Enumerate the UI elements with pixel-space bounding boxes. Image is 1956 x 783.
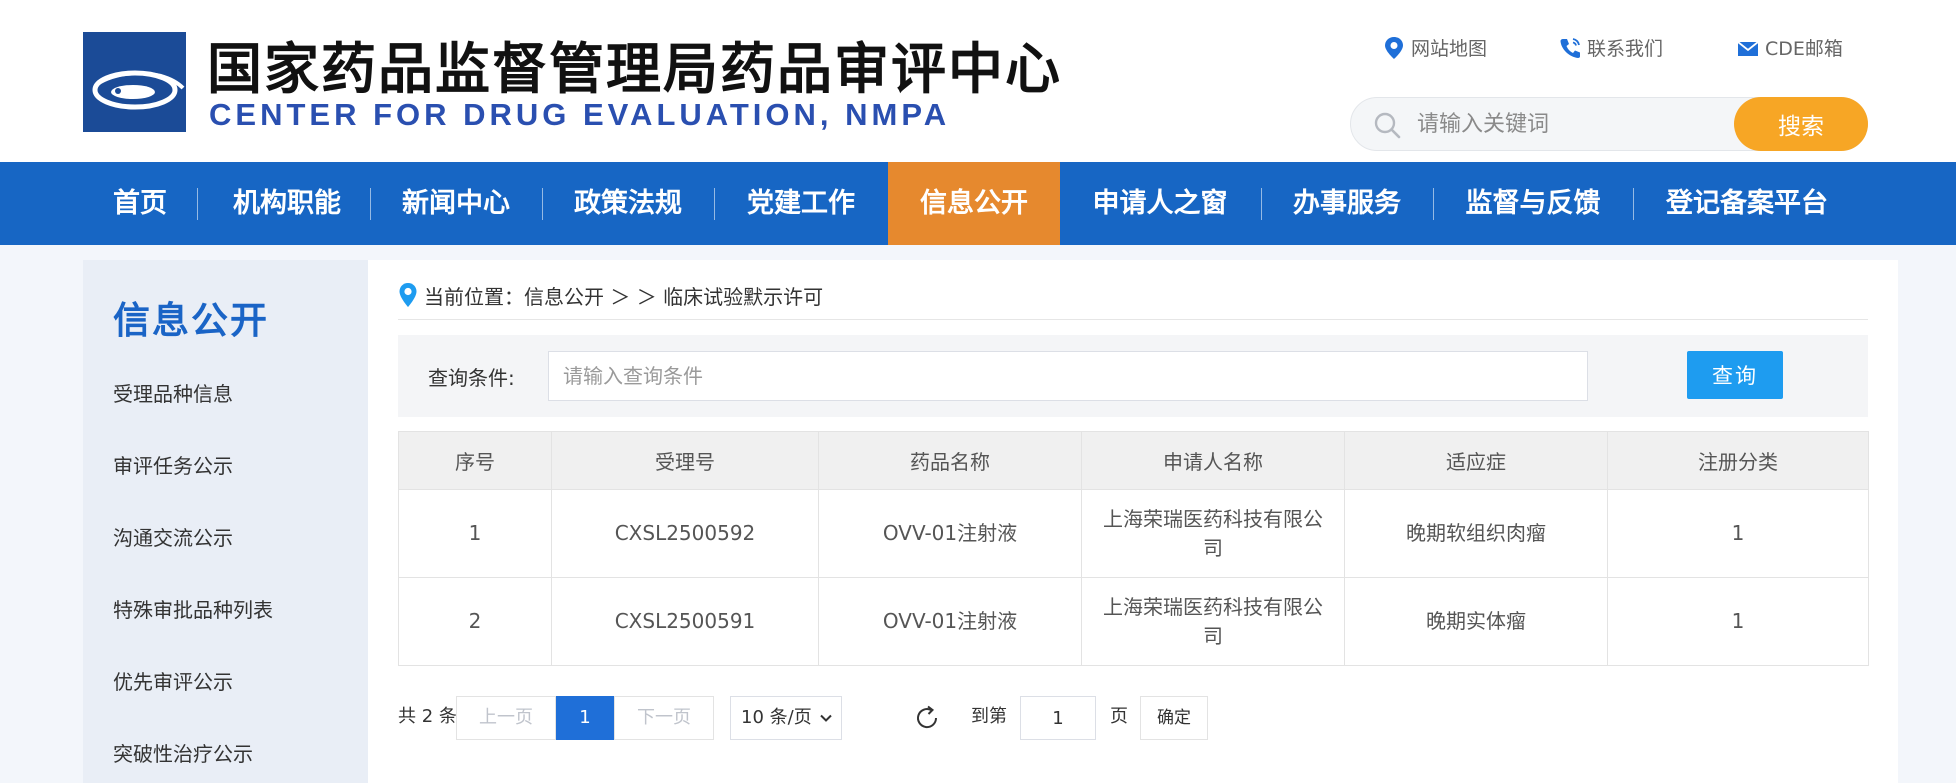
cde-mail-link[interactable]: CDE邮箱 bbox=[1737, 34, 1843, 61]
cell-indication: 晚期软组织肉瘤 bbox=[1344, 489, 1608, 578]
query-bar: 查询条件: 查询 bbox=[398, 335, 1868, 417]
page-unit-label: 页 bbox=[1110, 706, 1128, 727]
sidebar-item-breakthrough-therapy[interactable]: 突破性治疗公示 bbox=[113, 738, 253, 767]
page-size-value: 10 条/页 bbox=[741, 707, 812, 728]
site-title-chinese: 国家药品监督管理局药品审评中心 bbox=[207, 37, 1063, 101]
nav-item-registration-platform[interactable]: 登记备案平台 bbox=[1643, 162, 1851, 245]
column-header-registration-class: 注册分类 bbox=[1607, 431, 1869, 490]
sidebar-item-review-tasks[interactable]: 审评任务公示 bbox=[113, 450, 233, 479]
nav-divider bbox=[542, 188, 543, 220]
search-icon bbox=[1374, 112, 1401, 139]
cell-index: 1 bbox=[398, 489, 552, 578]
cell-index: 2 bbox=[398, 577, 552, 666]
nav-divider bbox=[1633, 188, 1634, 220]
sidebar-title: 信息公开 bbox=[113, 299, 269, 342]
pagination: 共 2 条 上一页 1 下一页 10 条/页 到第 页 确定 bbox=[398, 696, 1398, 742]
breadcrumb: 当前位置：信息公开 ＞ ＞ 临床试验默示许可 bbox=[398, 278, 823, 312]
nav-item-supervision-feedback[interactable]: 监督与反馈 bbox=[1443, 162, 1623, 245]
nav-divider bbox=[1433, 188, 1434, 220]
site-search: 搜索 bbox=[1350, 97, 1868, 151]
site-title-english: CENTER FOR DRUG EVALUATION, NMPA bbox=[209, 97, 951, 132]
query-button[interactable]: 查询 bbox=[1687, 351, 1783, 399]
cell-applicant: 上海荣瑞医药科技有限公司 bbox=[1081, 489, 1345, 578]
nav-divider bbox=[197, 188, 198, 220]
refresh-icon[interactable] bbox=[912, 703, 942, 733]
cell-drug-name: OVV-01注射液 bbox=[818, 489, 1082, 578]
goto-label: 到第 bbox=[971, 706, 1007, 727]
breadcrumb-divider bbox=[398, 319, 1868, 320]
cell-registration-class: 1 bbox=[1607, 489, 1869, 578]
goto-confirm-button[interactable]: 确定 bbox=[1140, 696, 1208, 740]
results-table: 序号 受理号 药品名称 申请人名称 适应症 注册分类 1 CXSL2500592… bbox=[398, 431, 1869, 666]
site-logo[interactable] bbox=[83, 32, 186, 132]
site-search-button[interactable]: 搜索 bbox=[1734, 97, 1868, 151]
column-header-acceptance-no: 受理号 bbox=[551, 431, 819, 490]
sidebar-item-priority-review[interactable]: 优先审评公示 bbox=[113, 666, 233, 695]
chevron-down-icon bbox=[820, 714, 832, 722]
nav-item-info-disclosure[interactable]: 信息公开 bbox=[888, 162, 1060, 245]
column-header-applicant: 申请人名称 bbox=[1081, 431, 1345, 490]
goto-page-input[interactable] bbox=[1020, 696, 1096, 740]
site-map-link[interactable]: 网站地图 bbox=[1383, 34, 1487, 61]
cell-drug-name: OVV-01注射液 bbox=[818, 577, 1082, 666]
table-row[interactable]: 2 CXSL2500591 OVV-01注射液 上海荣瑞医药科技有限公司 晚期实… bbox=[398, 577, 1869, 666]
main-nav: 首页 机构职能 新闻中心 政策法规 党建工作 信息公开 申请人之窗 办事服务 监… bbox=[0, 162, 1956, 245]
sidebar-item-accepted-varieties[interactable]: 受理品种信息 bbox=[113, 378, 233, 407]
sidebar-item-communication[interactable]: 沟通交流公示 bbox=[113, 522, 233, 551]
site-search-input[interactable] bbox=[1417, 98, 1717, 150]
query-input[interactable] bbox=[548, 351, 1588, 401]
site-header: 国家药品监督管理局药品审评中心 CENTER FOR DRUG EVALUATI… bbox=[0, 0, 1956, 162]
query-label: 查询条件: bbox=[428, 366, 515, 390]
next-page-button[interactable]: 下一页 bbox=[614, 696, 714, 740]
cell-indication: 晚期实体瘤 bbox=[1344, 577, 1608, 666]
prev-page-button[interactable]: 上一页 bbox=[456, 696, 556, 740]
page-number-current[interactable]: 1 bbox=[556, 696, 614, 740]
nav-item-applicant-window[interactable]: 申请人之窗 bbox=[1070, 162, 1250, 245]
nav-item-home[interactable]: 首页 bbox=[93, 162, 187, 245]
main-content: 当前位置：信息公开 ＞ ＞ 临床试验默示许可 查询条件: 查询 序号 受理号 药… bbox=[368, 260, 1898, 783]
logo-emblem-icon bbox=[83, 32, 186, 132]
column-header-indication: 适应症 bbox=[1344, 431, 1608, 490]
nav-item-services[interactable]: 办事服务 bbox=[1271, 162, 1423, 245]
sidebar: 信息公开 受理品种信息 审评任务公示 沟通交流公示 特殊审批品种列表 优先审评公… bbox=[83, 260, 368, 783]
nav-divider bbox=[370, 188, 371, 220]
map-pin-icon bbox=[1385, 36, 1403, 59]
cde-mail-label: CDE邮箱 bbox=[1765, 38, 1843, 60]
cell-registration-class: 1 bbox=[1607, 577, 1869, 666]
table-header-row: 序号 受理号 药品名称 申请人名称 适应症 注册分类 bbox=[398, 431, 1869, 490]
page-size-select[interactable]: 10 条/页 bbox=[730, 696, 842, 740]
cell-applicant: 上海荣瑞医药科技有限公司 bbox=[1081, 577, 1345, 666]
pagination-total: 共 2 条 bbox=[398, 706, 457, 727]
nav-item-party-work[interactable]: 党建工作 bbox=[724, 162, 878, 245]
nav-item-news[interactable]: 新闻中心 bbox=[380, 162, 532, 245]
contact-us-link[interactable]: 联系我们 bbox=[1559, 34, 1663, 61]
nav-divider bbox=[714, 188, 715, 220]
sidebar-item-special-approval[interactable]: 特殊审批品种列表 bbox=[113, 594, 273, 623]
cell-acceptance-no: CXSL2500592 bbox=[551, 489, 819, 578]
mail-icon bbox=[1737, 40, 1759, 56]
cell-acceptance-no: CXSL2500591 bbox=[551, 577, 819, 666]
location-pin-icon bbox=[399, 283, 417, 307]
nav-item-policies[interactable]: 政策法规 bbox=[552, 162, 704, 245]
nav-item-functions[interactable]: 机构职能 bbox=[207, 162, 367, 245]
contact-us-label: 联系我们 bbox=[1587, 38, 1664, 60]
phone-icon bbox=[1560, 37, 1580, 58]
column-header-index: 序号 bbox=[398, 431, 552, 490]
breadcrumb-text: 当前位置：信息公开 ＞ ＞ 临床试验默示许可 bbox=[424, 284, 824, 309]
table-row[interactable]: 1 CXSL2500592 OVV-01注射液 上海荣瑞医药科技有限公司 晚期软… bbox=[398, 489, 1869, 578]
column-header-drug-name: 药品名称 bbox=[818, 431, 1082, 490]
nav-divider bbox=[1261, 188, 1262, 220]
site-map-label: 网站地图 bbox=[1411, 38, 1488, 60]
